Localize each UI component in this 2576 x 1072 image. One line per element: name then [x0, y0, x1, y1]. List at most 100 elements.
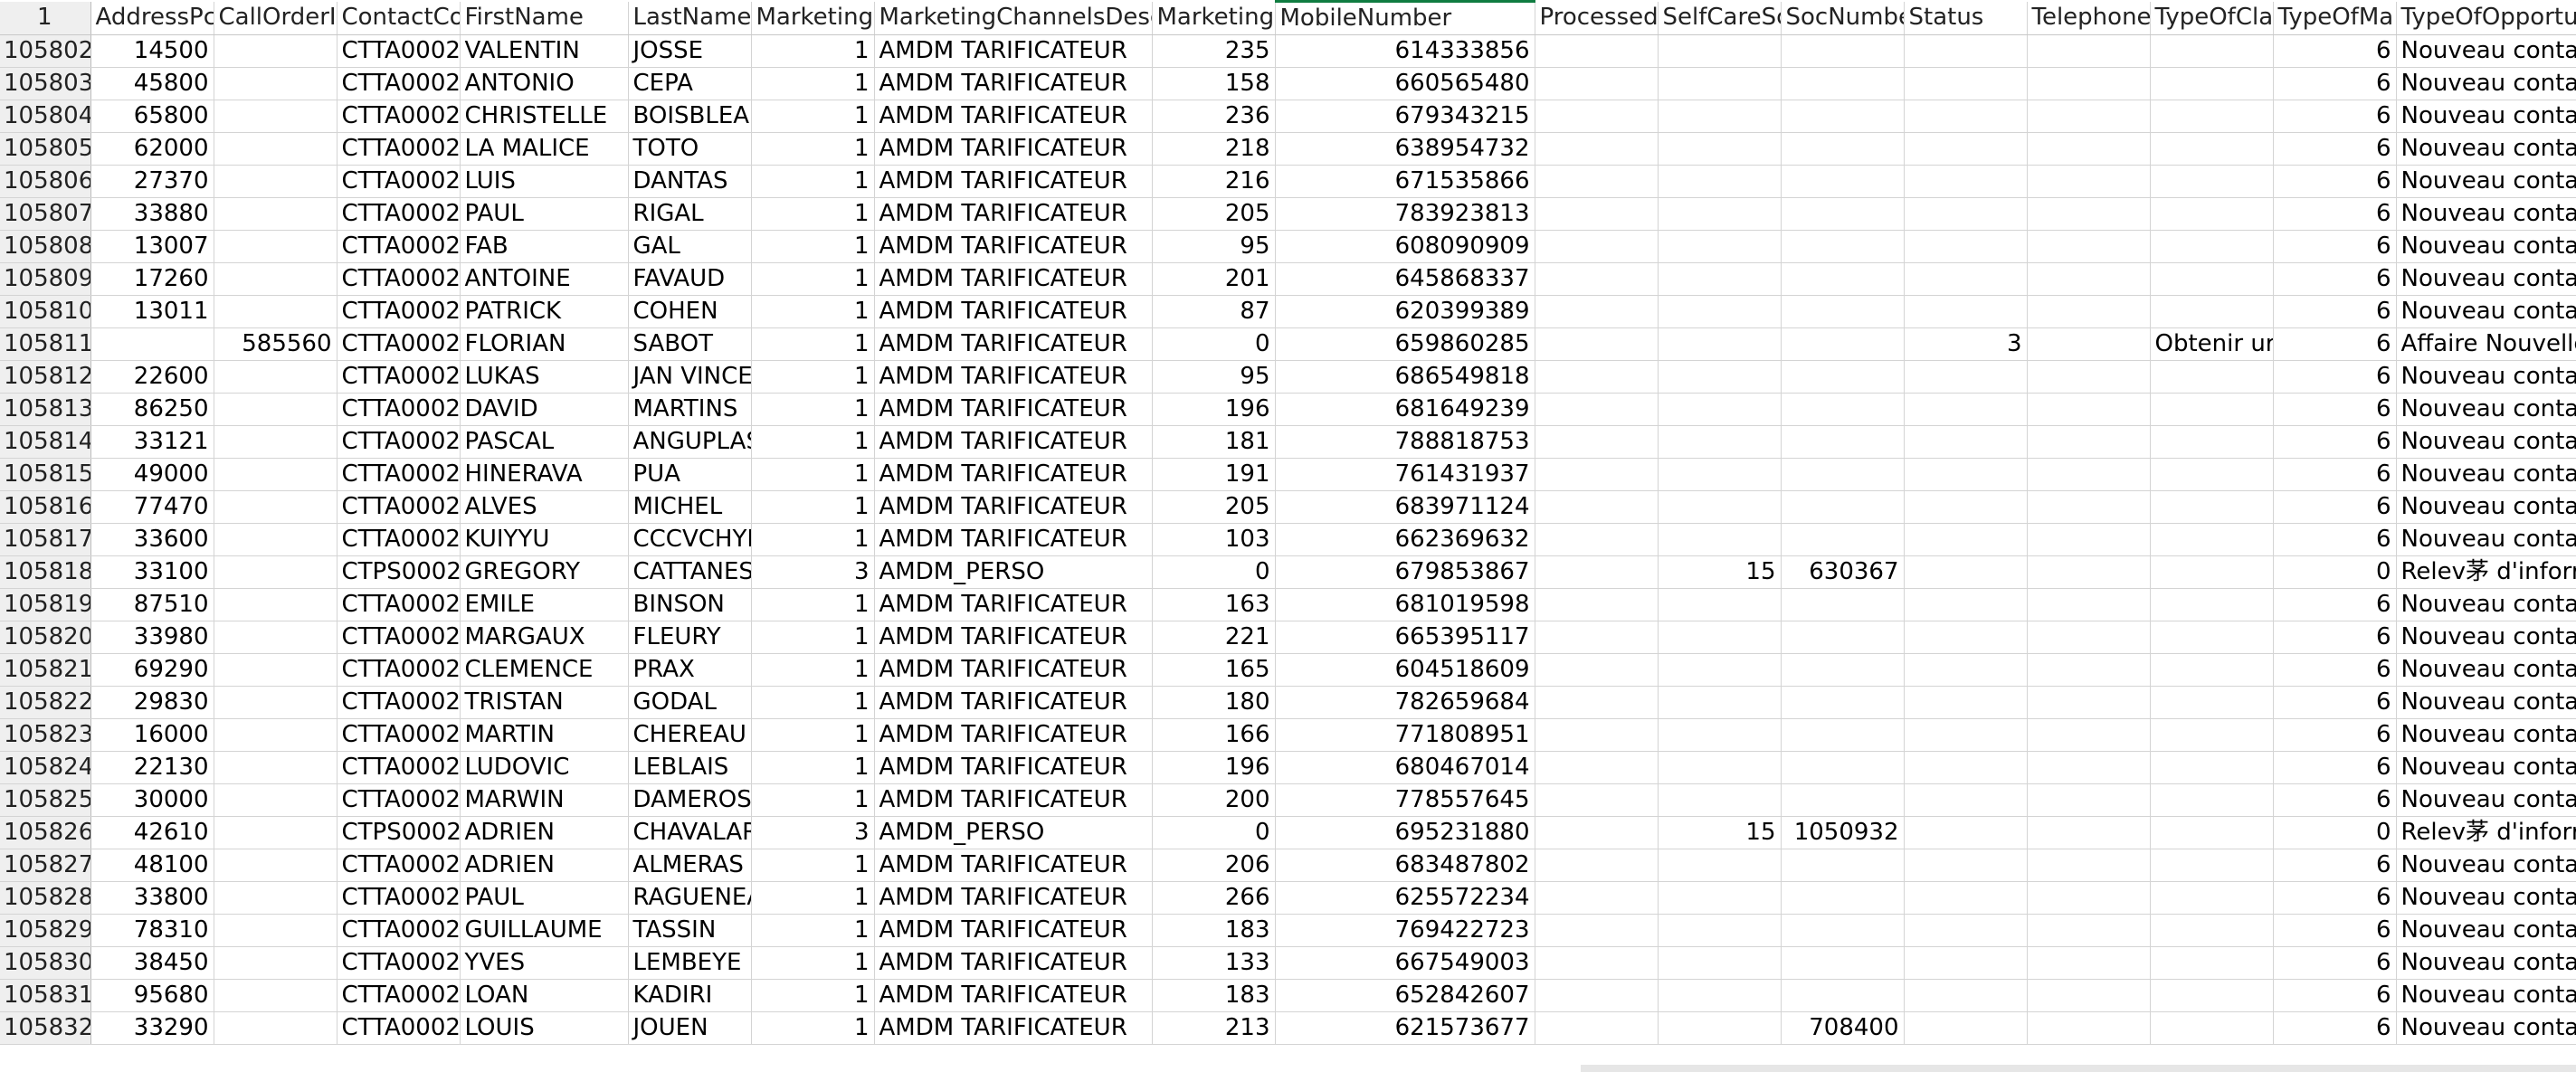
cell[interactable]: 638954732	[1275, 132, 1535, 166]
cell[interactable]: 236	[1152, 100, 1276, 133]
cell[interactable]: 0	[2273, 555, 2397, 589]
cell[interactable]	[2027, 100, 2151, 133]
cell[interactable]	[1535, 197, 1659, 231]
cell[interactable]: 620399389	[1275, 295, 1535, 328]
cell[interactable]: Nouveau conta	[2396, 490, 2576, 524]
cell[interactable]: 6	[2273, 295, 2397, 328]
cell[interactable]: Nouveau conta	[2396, 132, 2576, 166]
cell[interactable]	[1781, 393, 1905, 426]
cell[interactable]	[214, 946, 337, 980]
cell[interactable]	[1781, 262, 1905, 296]
cell[interactable]: 163	[1152, 588, 1276, 621]
column-header[interactable]: LastName	[628, 1, 752, 35]
cell[interactable]: LOUIS	[460, 1011, 629, 1045]
cell[interactable]	[214, 816, 337, 849]
cell[interactable]: FLORIAN	[460, 327, 629, 361]
cell[interactable]: AMDM TARIFICATEUR	[874, 621, 1153, 654]
cell[interactable]: AMDM TARIFICATEUR	[874, 295, 1153, 328]
cell[interactable]: Obtenir ur	[2150, 327, 2274, 361]
cell[interactable]	[214, 881, 337, 915]
cell[interactable]: Nouveau conta	[2396, 881, 2576, 915]
cell[interactable]	[1781, 132, 1905, 166]
cell[interactable]: Nouveau conta	[2396, 295, 2576, 328]
cell[interactable]	[2150, 100, 2274, 133]
cell[interactable]: 6	[2273, 490, 2397, 524]
row-number[interactable]: 105802	[0, 34, 91, 68]
cell[interactable]: 30000	[90, 783, 214, 817]
cell[interactable]	[214, 262, 337, 296]
cell[interactable]	[2027, 621, 2151, 654]
cell[interactable]: 1	[751, 881, 875, 915]
cell[interactable]	[1781, 621, 1905, 654]
cell[interactable]	[2027, 849, 2151, 882]
cell[interactable]: AMDM TARIFICATEUR	[874, 165, 1153, 198]
cell[interactable]: Nouveau conta	[2396, 262, 2576, 296]
cell[interactable]	[1658, 100, 1782, 133]
cell[interactable]: 78310	[90, 914, 214, 947]
cell[interactable]: 6	[2273, 523, 2397, 556]
cell[interactable]: 695231880	[1275, 816, 1535, 849]
cell[interactable]: CTTA00025(	[337, 1011, 461, 1045]
cell[interactable]	[1904, 718, 2028, 752]
cell[interactable]	[1535, 751, 1659, 784]
cell[interactable]: 87	[1152, 295, 1276, 328]
cell[interactable]: CATTANES	[628, 555, 752, 589]
cell[interactable]: 1	[751, 360, 875, 394]
cell[interactable]: EMILE	[460, 588, 629, 621]
cell[interactable]: CTTA00025(	[337, 653, 461, 687]
cell[interactable]: 1	[751, 327, 875, 361]
cell[interactable]	[1535, 914, 1659, 947]
cell[interactable]: KADIRI	[628, 979, 752, 1012]
cell[interactable]: FAB	[460, 230, 629, 263]
column-header[interactable]: MarketingChannelsDesc	[874, 1, 1153, 35]
cell[interactable]	[1904, 425, 2028, 459]
cell[interactable]: 22130	[90, 751, 214, 784]
cell[interactable]: CTTA00025(	[337, 523, 461, 556]
cell[interactable]: AMDM TARIFICATEUR	[874, 327, 1153, 361]
cell[interactable]	[1904, 914, 2028, 947]
cell[interactable]	[214, 686, 337, 719]
cell[interactable]	[2150, 425, 2274, 459]
cell[interactable]	[2027, 327, 2151, 361]
cell[interactable]	[1658, 588, 1782, 621]
cell[interactable]: AMDM TARIFICATEUR	[874, 360, 1153, 394]
cell[interactable]: 13007	[90, 230, 214, 263]
cell[interactable]: AMDM TARIFICATEUR	[874, 914, 1153, 947]
cell[interactable]	[1781, 946, 1905, 980]
cell[interactable]: AMDM_PERSO	[874, 816, 1153, 849]
cell[interactable]	[1781, 653, 1905, 687]
cell[interactable]: 1	[751, 490, 875, 524]
cell[interactable]: CTTA00025(	[337, 34, 461, 68]
cell[interactable]: PUA	[628, 458, 752, 491]
cell[interactable]: 679853867	[1275, 555, 1535, 589]
cell[interactable]: Nouveau conta	[2396, 914, 2576, 947]
cell[interactable]: 206	[1152, 849, 1276, 882]
cell[interactable]: AMDM TARIFICATEUR	[874, 197, 1153, 231]
cell[interactable]: LEBLAIS	[628, 751, 752, 784]
cell[interactable]: 6	[2273, 34, 2397, 68]
cell[interactable]	[2150, 686, 2274, 719]
cell[interactable]: 6	[2273, 588, 2397, 621]
cell[interactable]	[1535, 295, 1659, 328]
cell[interactable]: AMDM TARIFICATEUR	[874, 230, 1153, 263]
row-number[interactable]: 105803	[0, 67, 91, 100]
cell[interactable]	[2150, 946, 2274, 980]
cell[interactable]: Relev茅 d'inforr	[2396, 555, 2576, 589]
cell[interactable]	[1658, 262, 1782, 296]
cell[interactable]: 183	[1152, 979, 1276, 1012]
column-header[interactable]: Processedl	[1535, 1, 1659, 35]
cell[interactable]: 771808951	[1275, 718, 1535, 752]
cell[interactable]	[1904, 653, 2028, 687]
cell[interactable]: AMDM TARIFICATEUR	[874, 686, 1153, 719]
cell[interactable]: CTTA00025(	[337, 425, 461, 459]
cell[interactable]: 645868337	[1275, 262, 1535, 296]
cell[interactable]: PASCAL	[460, 425, 629, 459]
cell[interactable]	[1535, 165, 1659, 198]
cell[interactable]	[1535, 555, 1659, 589]
cell[interactable]	[1781, 100, 1905, 133]
cell[interactable]: ANTONIO	[460, 67, 629, 100]
cell[interactable]: CHEREAU	[628, 718, 752, 752]
cell[interactable]	[1535, 588, 1659, 621]
cell[interactable]: 585560	[214, 327, 337, 361]
cell[interactable]	[1658, 295, 1782, 328]
